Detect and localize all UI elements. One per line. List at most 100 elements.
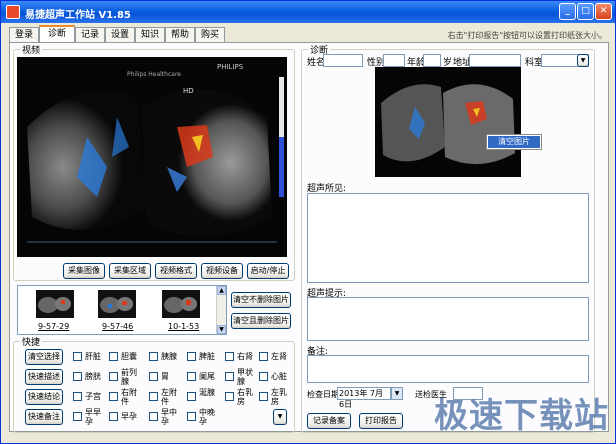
minimize-icon[interactable]: _ — [559, 3, 576, 20]
checkbox-heart[interactable] — [259, 372, 268, 381]
exam-date-input[interactable]: 2013年 7月 6日 — [337, 387, 391, 409]
checkbox-early-mid-pregnancy[interactable] — [149, 412, 158, 421]
quick-conclusion-button[interactable]: 快速结论 — [25, 389, 63, 405]
start-stop-button[interactable]: 启动/停止 — [247, 263, 289, 279]
label-left-kidney: 左肾 — [271, 352, 287, 361]
tab-records[interactable]: 记录 — [75, 27, 105, 42]
thumbnail-list[interactable]: 9-57-29 9-57-46 10-1-53 ▲ ▼ — [17, 285, 227, 335]
label-right-adnexa: 右附件 — [121, 388, 137, 406]
tab-diagnosis[interactable]: 诊断 — [39, 25, 75, 43]
label-early-mid-pregnancy: 早中孕 — [161, 408, 177, 426]
gender-input[interactable] — [383, 54, 405, 67]
checkbox-stomach[interactable] — [149, 372, 158, 381]
checkbox-early-pregnancy[interactable] — [109, 412, 118, 421]
label-right-breast: 右乳房 — [237, 388, 253, 406]
label-bladder: 膀胱 — [85, 372, 101, 381]
tab-buy[interactable]: 购买 — [195, 27, 225, 42]
label-left-breast: 左乳房 — [271, 388, 287, 406]
clear-delete-images-button[interactable]: 清空且删除图片 — [231, 313, 291, 329]
checkbox-thyroid[interactable] — [225, 372, 234, 381]
thumbnail-1[interactable] — [36, 290, 74, 318]
label-stomach: 胃 — [161, 372, 169, 381]
department-chevron-down-icon[interactable]: ▼ — [577, 54, 589, 67]
checkbox-left-adnexa[interactable] — [149, 392, 158, 401]
quick-notes-button[interactable]: 快速备注 — [25, 409, 63, 425]
label-thyroid: 甲状腺 — [237, 368, 253, 386]
video-hospital: Philips Healthcare — [127, 71, 181, 78]
window-title: 易捷超声工作站 V1.85 — [25, 10, 131, 21]
thumbnail-3-image — [162, 290, 200, 318]
thumbnail-1-label[interactable]: 9-57-29 — [38, 322, 69, 331]
findings-textarea[interactable] — [307, 193, 589, 283]
video-format-button[interactable]: 视频格式 — [155, 263, 197, 279]
thumbnail-scrollbar[interactable]: ▲ ▼ — [216, 286, 226, 334]
tab-login[interactable]: 登录 — [9, 27, 39, 42]
thumbnail-3[interactable] — [162, 290, 200, 318]
checkbox-mid-late-pregnancy[interactable] — [187, 412, 196, 421]
exam-date-label: 检查日期 — [307, 390, 339, 399]
clear-selection-button[interactable]: 清空选择 — [25, 349, 63, 365]
label-salivary-gland: 涎腺 — [199, 388, 215, 397]
label-early-pregnancy: 早孕 — [121, 412, 137, 421]
watermark-text: 极速下载站 — [434, 396, 609, 436]
checkbox-prostate[interactable] — [109, 372, 118, 381]
checkbox-spleen[interactable] — [187, 352, 196, 361]
video-mode: HD — [183, 87, 194, 95]
tab-knowledge[interactable]: 知识 — [135, 27, 165, 42]
checkbox-salivary-gland[interactable] — [187, 392, 196, 401]
checkbox-right-breast[interactable] — [225, 392, 234, 401]
close-icon[interactable]: ✕ — [595, 3, 612, 20]
capture-image-button[interactable]: 采集图像 — [63, 263, 105, 279]
checkbox-left-breast[interactable] — [259, 392, 268, 401]
label-very-early-pregnancy: 早早孕 — [85, 408, 101, 426]
quick-expand-chevron-icon[interactable]: ▼ — [273, 409, 287, 425]
thumbnail-2-label[interactable]: 9-57-46 — [102, 322, 133, 331]
thumbnail-3-label[interactable]: 10-1-53 — [168, 322, 199, 331]
save-record-button[interactable]: 记录备案 — [307, 413, 351, 429]
label-pancreas: 胰腺 — [161, 352, 177, 361]
video-device-button[interactable]: 视频设备 — [201, 263, 243, 279]
tab-help[interactable]: 帮助 — [165, 27, 195, 42]
report-image[interactable] — [375, 67, 521, 177]
scroll-up-icon[interactable]: ▲ — [217, 286, 226, 295]
ultrasound-image — [17, 57, 287, 257]
address-input[interactable] — [469, 54, 521, 67]
label-right-kidney: 右肾 — [237, 352, 253, 361]
label-spleen: 脾脏 — [199, 352, 215, 361]
video-group-label: 视频 — [20, 43, 43, 56]
capture-region-button[interactable]: 采集区域 — [109, 263, 151, 279]
checkbox-uterus[interactable] — [73, 392, 82, 401]
thumbnail-2[interactable] — [98, 290, 136, 318]
thumbnail-2-image — [98, 290, 136, 318]
checkbox-very-early-pregnancy[interactable] — [73, 412, 82, 421]
impression-textarea[interactable] — [307, 297, 589, 341]
checkbox-liver[interactable] — [73, 352, 82, 361]
label-left-adnexa: 左附件 — [161, 388, 177, 406]
checkbox-right-kidney[interactable] — [225, 352, 234, 361]
checkbox-bladder[interactable] — [73, 372, 82, 381]
label-heart: 心脏 — [271, 372, 287, 381]
checkbox-pancreas[interactable] — [149, 352, 158, 361]
video-brand: PHILIPS — [217, 63, 244, 71]
notes-textarea[interactable] — [307, 355, 589, 383]
checkbox-gallbladder[interactable] — [109, 352, 118, 361]
video-preview[interactable]: PHILIPS Philips Healthcare HD — [17, 57, 287, 257]
label-gallbladder: 胆囊 — [121, 352, 137, 361]
checkbox-appendix[interactable] — [187, 372, 196, 381]
label-mid-late-pregnancy: 中晚孕 — [199, 408, 215, 426]
checkbox-right-adnexa[interactable] — [109, 392, 118, 401]
print-hint: 右击"打印报告"按钮可以设置打印纸张大小。 — [447, 31, 607, 40]
quick-describe-button[interactable]: 快速描述 — [25, 369, 63, 385]
date-picker-chevron-down-icon[interactable]: ▼ — [391, 387, 403, 400]
tab-settings[interactable]: 设置 — [105, 27, 135, 42]
checkbox-left-kidney[interactable] — [259, 352, 268, 361]
clear-image-menu-item[interactable]: 清空图片 — [486, 134, 542, 150]
print-report-button[interactable]: 打印报告 — [359, 413, 403, 429]
scroll-down-icon[interactable]: ▼ — [217, 325, 226, 334]
label-liver: 肝脏 — [85, 352, 101, 361]
clear-keep-images-button[interactable]: 清空不删除图片 — [231, 292, 291, 308]
title-bar[interactable]: 易捷超声工作站 V1.85 _ □ ✕ — [1, 1, 615, 23]
name-input[interactable] — [323, 54, 363, 67]
maximize-icon[interactable]: □ — [577, 3, 594, 20]
age-input[interactable] — [423, 54, 441, 67]
